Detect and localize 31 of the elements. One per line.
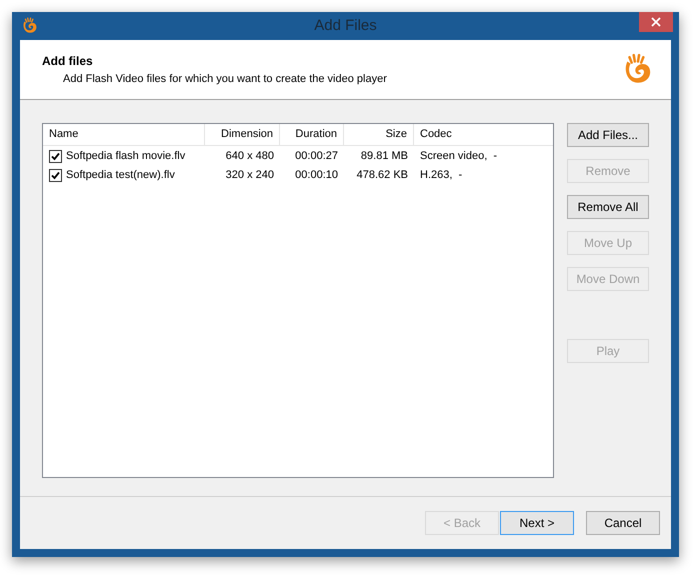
checkmark-icon (51, 171, 60, 180)
close-icon (651, 17, 661, 27)
checkmark-icon (51, 152, 60, 161)
table-cell-text: Softpedia test(new).flv (66, 168, 175, 184)
table-cell-text: 00:00:27 (295, 149, 338, 164)
window-title: Add Files (314, 16, 377, 36)
table-cell-text: 640 x 480 (226, 149, 274, 164)
file-row[interactable]: Softpedia flash movie.flv 640 x 480 00:00:27 89.81 MB Screen video, - (43, 148, 553, 165)
file-row[interactable]: Softpedia test(new).flv 320 x 240 00:00:10 478.62 KB H.263, - (43, 167, 553, 184)
side-button[interactable]: Add Files... (567, 123, 649, 147)
table-cell-text: 89.81 MB (360, 149, 408, 164)
column-header[interactable]: Size (344, 124, 414, 145)
close-button[interactable] (639, 12, 673, 32)
column-header[interactable]: Duration (280, 124, 344, 145)
checkbox[interactable] (49, 150, 62, 163)
table-cell-text: 320 x 240 (226, 168, 274, 184)
table-cell-text: 478.62 KB (356, 168, 408, 184)
table-cell-text: Softpedia flash movie.flv (66, 149, 186, 164)
dialog-button[interactable]: Cancel (586, 511, 660, 535)
table-cell-text: Screen video, - (420, 149, 498, 164)
header-title: Add files (42, 53, 94, 70)
dialog-button[interactable]: Next > (500, 511, 574, 535)
column-header[interactable]: Dimension (205, 124, 280, 145)
column-header[interactable]: Name (43, 124, 205, 145)
table-cell-text: 00:00:10 (295, 168, 338, 184)
column-header[interactable]: Codec (414, 124, 553, 145)
side-button[interactable]: Remove All (567, 195, 649, 219)
table-cell-text: H.263, - (420, 168, 462, 184)
checkbox[interactable] (49, 169, 62, 182)
app-logo-icon (21, 17, 39, 35)
header-subtitle: Add Flash Video files for which you want to create the video player (62, 72, 387, 87)
